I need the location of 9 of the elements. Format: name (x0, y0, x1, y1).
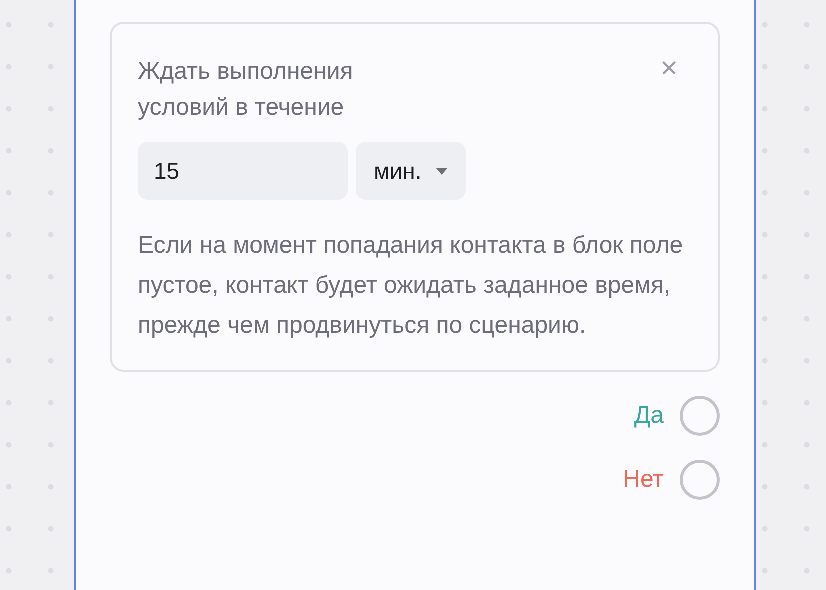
unit-dropdown[interactable]: мин. (356, 142, 466, 200)
panel-title: Ждать выполнения условий в течение (138, 57, 354, 123)
output-port-handle[interactable] (680, 396, 720, 436)
output-label: Да (634, 401, 664, 431)
output-port-handle[interactable] (680, 460, 720, 500)
duration-input[interactable]: 15 (138, 142, 348, 200)
caret-icon (436, 168, 448, 174)
output-label: Нет (623, 465, 664, 495)
description-text: Если на момент попадания контакта в блок поле пустое, контакт будет ожидать заданное время, прежде чем продвинуться по сценарию. (138, 231, 684, 341)
